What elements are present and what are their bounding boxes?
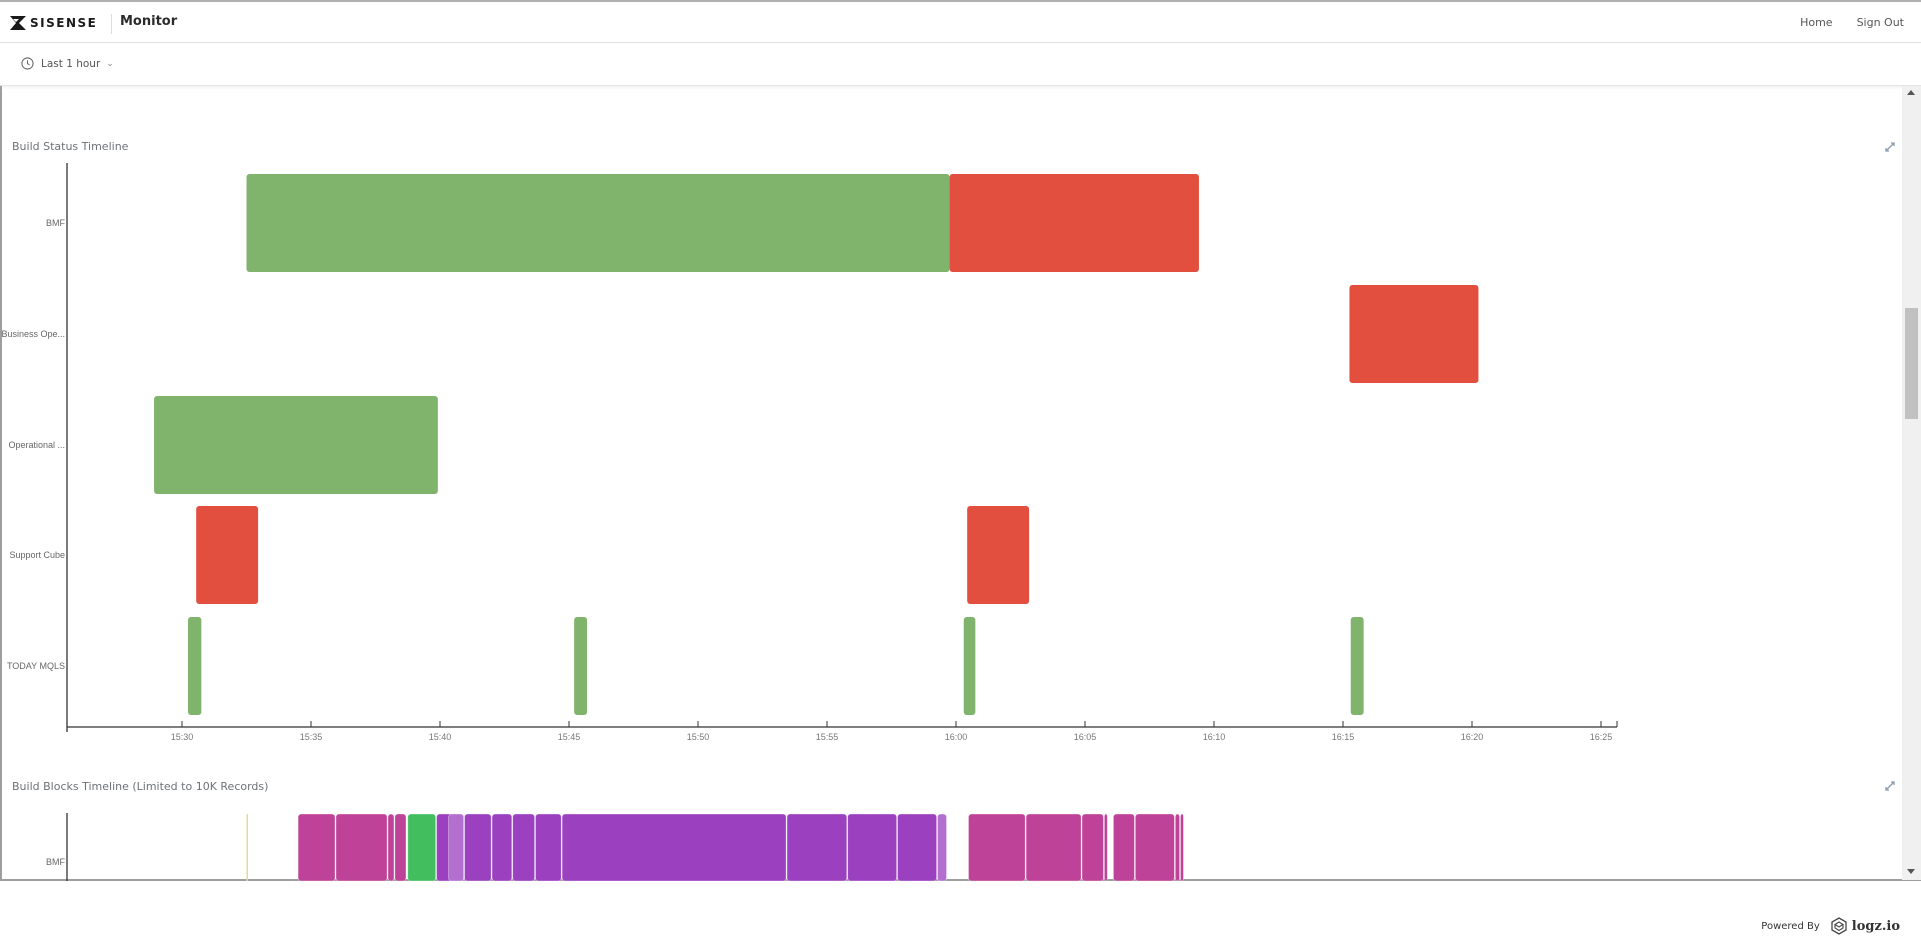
y-tick-label: Operational ...	[8, 440, 65, 450]
failed-bar	[1349, 285, 1479, 383]
y-tick-label: Business Ope...	[1, 329, 65, 339]
x-tick-label: 16:00	[945, 732, 968, 742]
logzio-brand[interactable]: logz.io	[1852, 919, 1900, 934]
build-block	[387, 813, 395, 882]
build-block	[512, 813, 535, 882]
footer: Powered By logz.io	[1761, 917, 1900, 935]
y-tick-label: BMF	[46, 218, 66, 228]
build-block	[1081, 813, 1104, 882]
build-block	[394, 813, 407, 882]
build-block	[937, 813, 947, 882]
build-block	[1112, 813, 1135, 882]
build-block	[448, 813, 465, 882]
succeeded-bar	[574, 617, 588, 715]
succeeded-bar	[154, 396, 438, 494]
failed-bar	[196, 506, 259, 604]
x-tick-label: 16:25	[1590, 732, 1613, 742]
build-block	[847, 813, 898, 882]
x-tick-label: 15:45	[558, 732, 581, 742]
build-block	[897, 813, 938, 882]
build-block	[968, 813, 1026, 882]
build-block	[535, 813, 562, 882]
scroll-up-arrow-icon[interactable]	[1907, 90, 1915, 95]
x-tick-label: 16:10	[1203, 732, 1226, 742]
failed-bar	[949, 174, 1199, 272]
build-block	[297, 813, 336, 882]
x-tick-label: 16:15	[1332, 732, 1355, 742]
build-block	[1134, 813, 1175, 882]
logzio-logo-icon	[1831, 917, 1847, 935]
scrollbar-thumb[interactable]	[1905, 308, 1918, 419]
y-tick-label: TODAY MQLS	[7, 661, 65, 671]
x-tick-label: 16:05	[1074, 732, 1097, 742]
x-tick-label: 16:20	[1461, 732, 1484, 742]
build-block	[1180, 813, 1184, 882]
build-block	[491, 813, 513, 882]
build-block	[1025, 813, 1082, 882]
succeeded-bar	[246, 174, 950, 272]
y-tick-label: Support Cube	[9, 550, 65, 560]
build-status-chart: BMF Business Ope... Operational ... Support…	[1, 163, 1618, 882]
succeeded-bar	[963, 617, 976, 715]
x-tick-label: 15:40	[429, 732, 452, 742]
failed-bar	[967, 506, 1030, 604]
build-block	[1103, 813, 1108, 882]
build-block	[407, 813, 437, 882]
powered-by-label: Powered By	[1761, 920, 1820, 932]
build-block	[246, 814, 248, 881]
x-tick-label: 15:30	[171, 732, 194, 742]
scroll-down-arrow-icon[interactable]	[1907, 869, 1915, 874]
build-block	[464, 813, 492, 882]
succeeded-bar	[1350, 617, 1364, 715]
build-block	[335, 813, 388, 882]
build-block	[1174, 813, 1181, 882]
x-tick-label: 15:50	[687, 732, 710, 742]
blocks-y-tick-label: BMF	[46, 857, 66, 867]
build-block	[561, 813, 787, 882]
vertical-scrollbar[interactable]	[1902, 86, 1921, 880]
build-block	[786, 813, 848, 882]
x-tick-label: 15:55	[816, 732, 839, 742]
succeeded-bar	[188, 617, 202, 715]
x-tick-label: 15:35	[300, 732, 323, 742]
